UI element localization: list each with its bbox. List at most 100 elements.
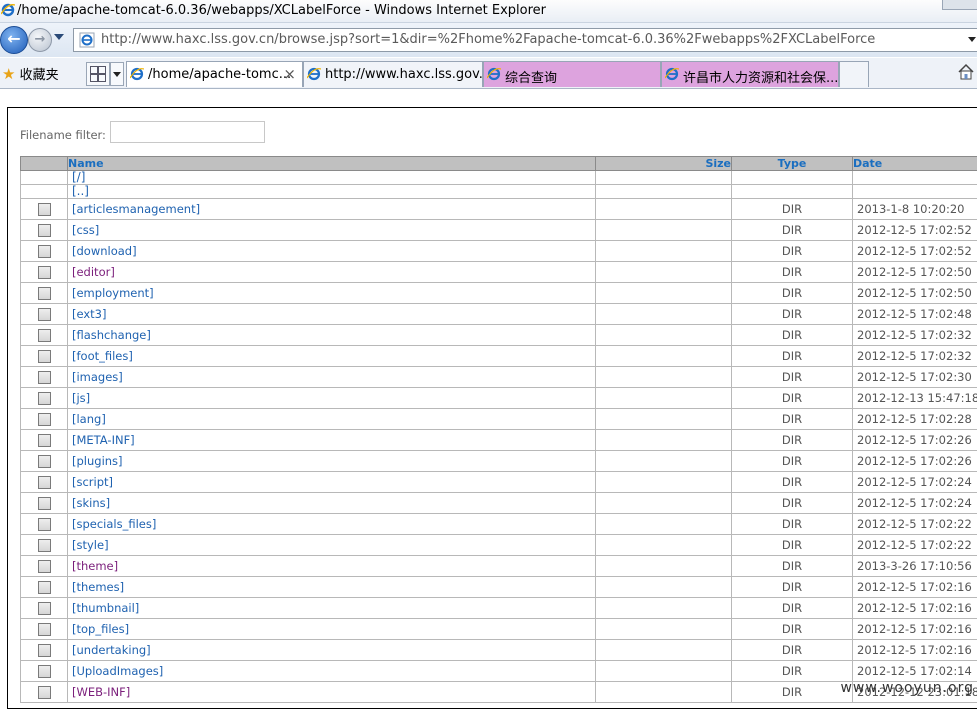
address-dropdown-icon[interactable] [968,37,976,42]
table-row: [flashchange]DIR2012-12-5 17:02:32 [21,325,977,346]
type-cell: DIR [732,493,853,514]
row-checkbox[interactable] [38,434,51,447]
row-checkbox[interactable] [38,665,51,678]
row-checkbox[interactable] [38,392,51,405]
row-checkbox[interactable] [38,224,51,237]
type-cell: DIR [732,409,853,430]
tab-xuchang[interactable]: 许昌市人力资源和社会保... [661,61,839,87]
size-cell [596,514,732,535]
dir-link[interactable]: [download] [72,244,137,258]
row-checkbox[interactable] [38,413,51,426]
row-checkbox[interactable] [38,371,51,384]
close-tab-icon[interactable]: × [283,65,296,83]
forward-button[interactable]: → [28,28,52,52]
row-checkbox[interactable] [38,476,51,489]
row-checkbox[interactable] [38,203,51,216]
type-cell: DIR [732,388,853,409]
dir-link[interactable]: [UploadImages] [72,664,163,678]
size-column-header[interactable]: Size [596,157,732,171]
size-cell [596,367,732,388]
row-checkbox[interactable] [38,644,51,657]
row-checkbox[interactable] [38,581,51,594]
favorites-button[interactable]: ★ 收藏夹 [2,64,59,83]
tab-browse[interactable]: /home/apache-tomc... × [126,61,303,87]
date-cell: 2012-12-5 17:02:22 [853,535,977,556]
recent-pages-dropdown[interactable] [54,34,64,40]
table-row: [theme]DIR2013-3-26 17:10:56 [21,556,977,577]
back-button[interactable]: ← [0,26,28,54]
tab-query[interactable]: 综合查询 [483,61,661,87]
date-cell: 2012-12-5 17:02:30 [853,367,977,388]
row-checkbox[interactable] [38,287,51,300]
home-icon[interactable] [957,63,975,81]
name-column-header[interactable]: Name [68,157,596,171]
dir-link[interactable]: [theme] [72,559,118,573]
tab-label: 许昌市人力资源和社会保... [683,67,838,86]
size-cell [596,346,732,367]
dir-link[interactable]: [foot_files] [72,349,133,363]
dir-link[interactable]: [top_files] [72,622,129,636]
root-dir-link[interactable]: [/] [72,171,85,185]
size-cell [596,409,732,430]
dir-link[interactable]: [undertaking] [72,643,151,657]
row-checkbox[interactable] [38,602,51,615]
address-url[interactable]: http://www.haxc.lss.gov.cn/browse.jsp?so… [101,32,875,47]
row-checkbox[interactable] [38,497,51,510]
parent-dir-link[interactable]: [..] [72,185,89,199]
dir-link[interactable]: [lang] [72,412,106,426]
dir-link[interactable]: [images] [72,370,123,384]
size-cell [596,493,732,514]
dir-link[interactable]: [thumbnail] [72,601,139,615]
address-bar[interactable]: http://www.haxc.lss.gov.cn/browse.jsp?so… [73,28,977,52]
dir-link[interactable]: [js] [72,391,90,405]
row-checkbox[interactable] [38,266,51,279]
table-row: [undertaking]DIR2012-12-5 17:02:16 [21,640,977,661]
dir-link[interactable]: [employment] [72,286,154,300]
ie-icon [487,67,501,81]
table-body: [/] [..] [articlesmanagement]DIR2013-1-8… [21,171,977,703]
dir-link[interactable]: [style] [72,538,109,552]
type-cell: DIR [732,577,853,598]
new-tab-button[interactable] [839,61,869,87]
dir-link[interactable]: [flashchange] [72,328,151,342]
size-cell [596,577,732,598]
dir-link[interactable]: [editor] [72,265,115,279]
dir-link[interactable]: [skins] [72,496,110,510]
size-cell [596,661,732,682]
date-cell: 2013-3-26 17:10:56 [853,556,977,577]
row-checkbox[interactable] [38,308,51,321]
date-cell: 2012-12-5 17:02:32 [853,346,977,367]
row-checkbox[interactable] [38,455,51,468]
row-checkbox[interactable] [38,350,51,363]
tab-haxc[interactable]: http://www.haxc.lss.gov.... [303,61,483,87]
dir-link[interactable]: [css] [72,223,99,237]
type-column-header[interactable]: Type [732,157,853,171]
dir-link[interactable]: [plugins] [72,454,123,468]
date-cell: 2012-12-5 17:02:26 [853,430,977,451]
row-checkbox[interactable] [38,518,51,531]
filename-filter-input[interactable] [110,121,265,143]
size-cell [596,451,732,472]
table-row: [META-INF]DIR2012-12-5 17:02:26 [21,430,977,451]
tab-list-dropdown[interactable] [110,62,124,86]
row-checkbox[interactable] [38,686,51,699]
type-cell: DIR [732,661,853,682]
row-checkbox[interactable] [38,623,51,636]
navigation-bar: ← → http://www.haxc.lss.gov.cn/browse.js… [0,23,977,57]
dir-link[interactable]: [specials_files] [72,517,156,531]
dir-link[interactable]: [themes] [72,580,124,594]
table-row: [js]DIR2012-12-13 15:47:18 [21,388,977,409]
dir-link[interactable]: [articlesmanagement] [72,202,200,216]
row-checkbox[interactable] [38,329,51,342]
row-checkbox[interactable] [38,539,51,552]
type-cell: DIR [732,598,853,619]
type-cell: DIR [732,262,853,283]
dir-link[interactable]: [META-INF] [72,433,135,447]
dir-link[interactable]: [script] [72,475,113,489]
dir-link[interactable]: [ext3] [72,307,106,321]
window-controls[interactable] [942,0,977,10]
date-column-header[interactable]: Date [853,157,977,171]
quick-tabs-button[interactable] [86,62,110,86]
row-checkbox[interactable] [38,245,51,258]
row-checkbox[interactable] [38,560,51,573]
